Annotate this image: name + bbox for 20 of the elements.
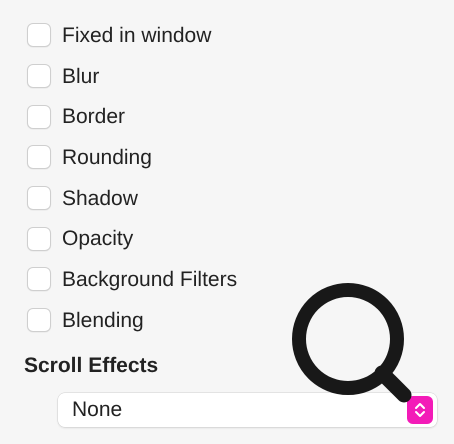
checkbox[interactable]	[27, 226, 51, 251]
checkbox[interactable]	[27, 145, 51, 170]
checkbox-label[interactable]: Border	[62, 106, 126, 128]
checkbox[interactable]	[27, 23, 51, 48]
checkbox[interactable]	[27, 308, 51, 332]
checkbox[interactable]	[27, 104, 51, 129]
checkbox-label[interactable]: Rounding	[62, 146, 152, 168]
checkbox-label[interactable]: Blending	[62, 310, 144, 331]
checkbox[interactable]	[27, 186, 51, 210]
magnifier-icon	[292, 283, 412, 402]
section-heading: Scroll Effects	[24, 352, 160, 378]
checkbox-label[interactable]: Shadow	[62, 188, 138, 209]
checkbox-label[interactable]: Opacity	[62, 228, 134, 250]
stepper-icon	[407, 396, 433, 424]
checkbox-label[interactable]: Background Filters	[62, 268, 238, 290]
checkbox[interactable]	[27, 64, 51, 88]
checkbox-label[interactable]: Blur	[62, 66, 100, 87]
checkbox[interactable]	[27, 267, 51, 292]
scroll-effects-dropdown[interactable]: None	[58, 392, 437, 427]
checkbox-label[interactable]: Fixed in window	[62, 24, 212, 46]
